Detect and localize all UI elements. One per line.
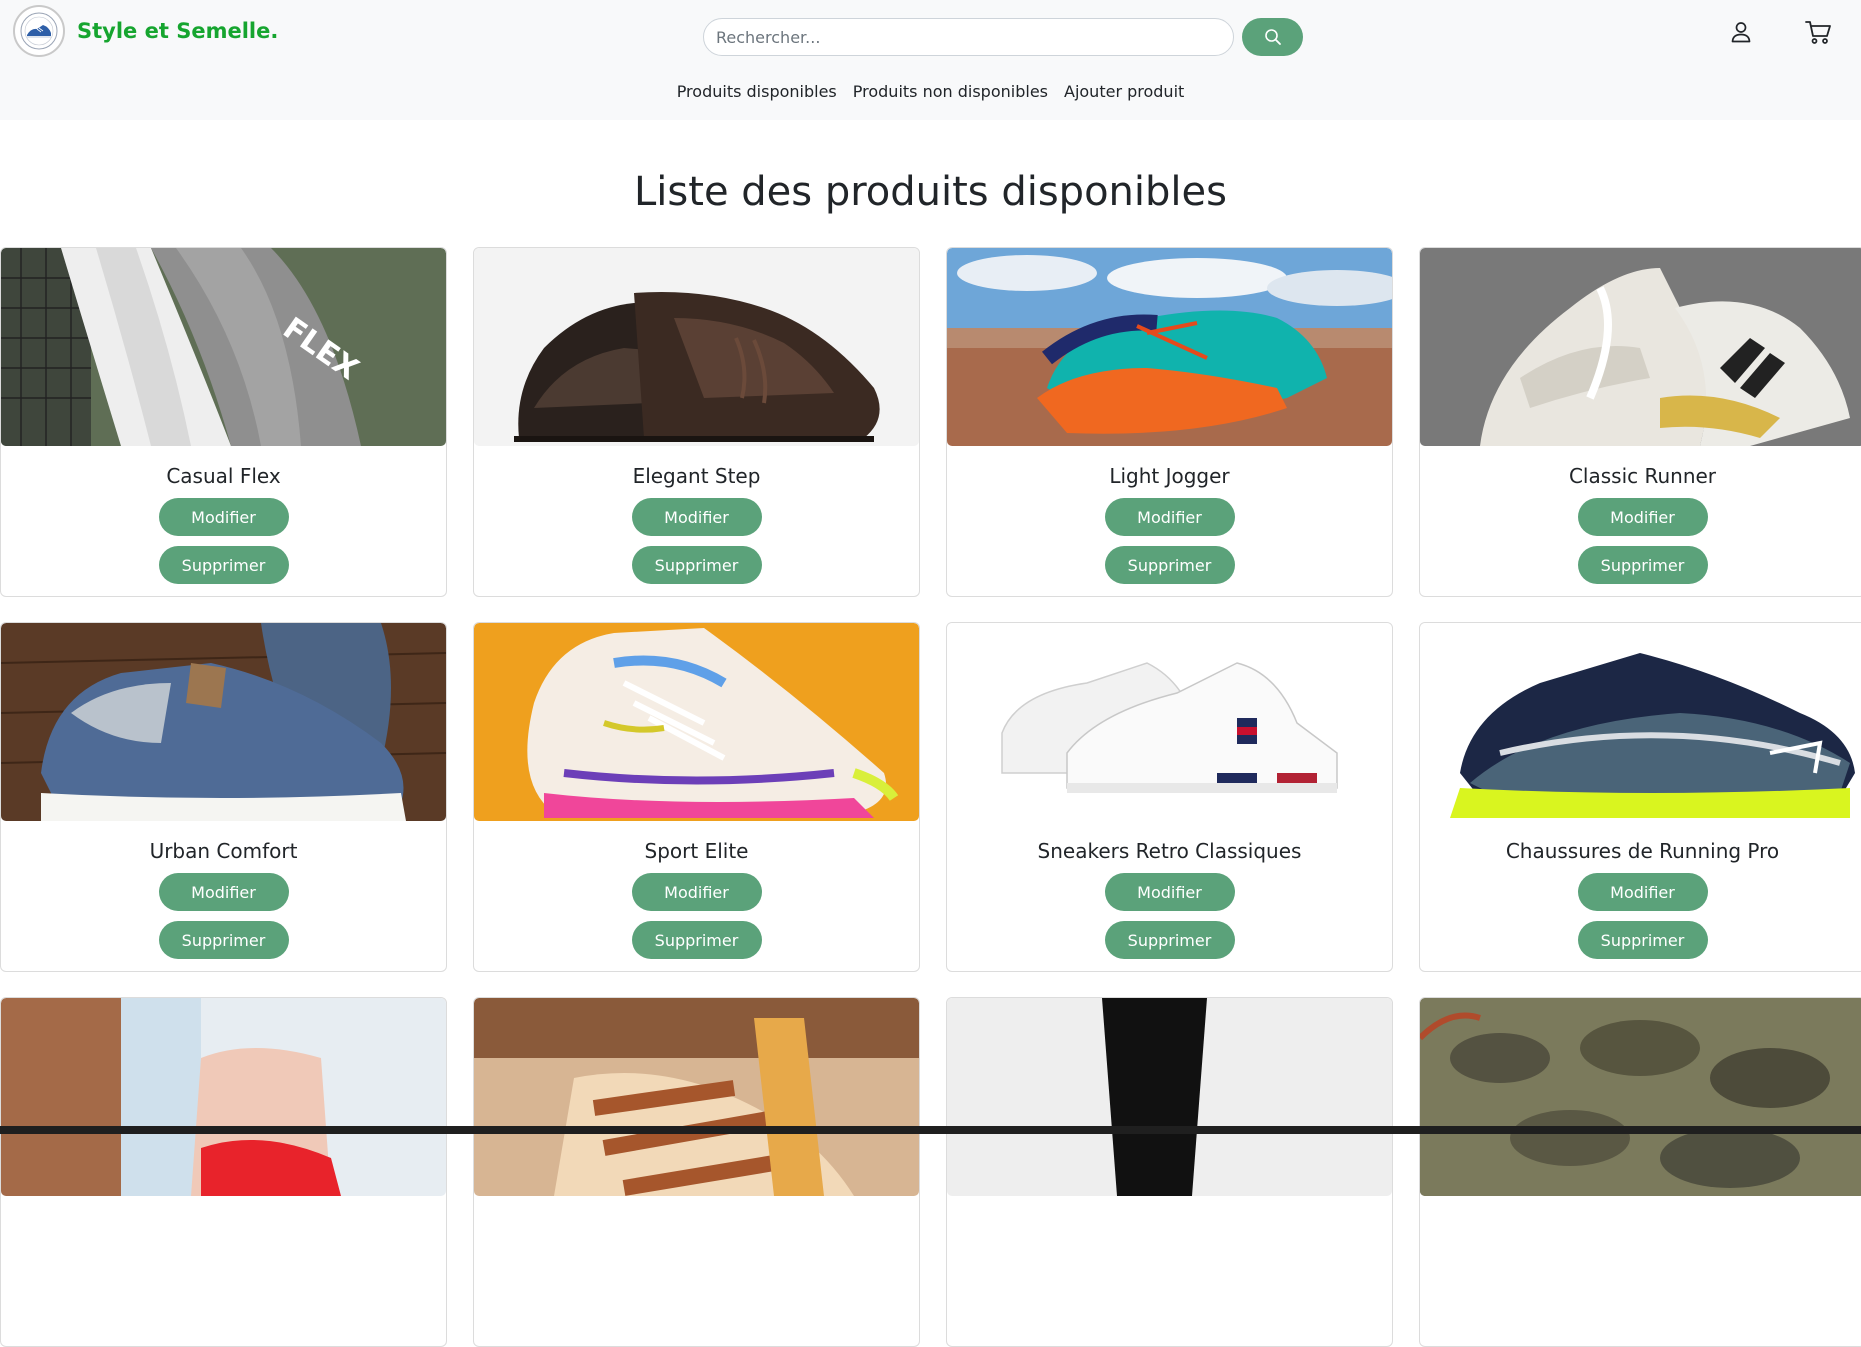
delete-button[interactable]: Supprimer — [158, 921, 289, 959]
brand-name: Style et Semelle. — [77, 19, 279, 43]
product-card: Elegant Step Modifier Supprimer — [473, 247, 920, 597]
page-title: Liste des produits disponibles — [634, 169, 1227, 215]
search-icon — [1264, 28, 1282, 46]
product-name: Light Jogger — [1109, 464, 1230, 488]
delete-button[interactable]: Supprimer — [631, 921, 762, 959]
product-card: Sneakers Retro Classiques Modifier Suppr… — [946, 622, 1393, 972]
product-name: Sneakers Retro Classiques — [1037, 839, 1302, 863]
delete-button[interactable]: Supprimer — [631, 546, 762, 584]
product-image: FLEX — [1, 248, 446, 446]
product-card: Light Jogger Modifier Supprimer — [946, 247, 1393, 597]
product-image — [1420, 998, 1861, 1196]
search-form — [703, 18, 1303, 56]
edit-button[interactable]: Modifier — [158, 498, 289, 536]
product-name: Urban Comfort — [149, 839, 298, 863]
edit-button[interactable]: Modifier — [1577, 498, 1708, 536]
site-header: Style et Semelle. Produits disponibles P… — [0, 0, 1861, 120]
edit-button[interactable]: Modifier — [631, 498, 762, 536]
delete-button[interactable]: Supprimer — [1104, 546, 1235, 584]
product-image — [947, 248, 1392, 446]
product-image — [1420, 248, 1861, 446]
product-card — [473, 997, 920, 1347]
delete-button[interactable]: Supprimer — [1104, 921, 1235, 959]
product-name: Casual Flex — [166, 464, 281, 488]
shoe-logo-icon — [13, 5, 65, 57]
nav-item-unavailable-products[interactable]: Produits non disponibles — [853, 80, 1048, 104]
delete-button[interactable]: Supprimer — [158, 546, 289, 584]
product-image — [1, 998, 446, 1196]
product-image — [1420, 623, 1861, 821]
edit-button[interactable]: Modifier — [158, 873, 289, 911]
product-grid: FLEX Casual Flex Modifier Supprimer Eleg… — [0, 247, 1861, 1347]
product-name: Sport Elite — [644, 839, 749, 863]
delete-button[interactable]: Supprimer — [1577, 546, 1708, 584]
product-image — [947, 998, 1392, 1196]
product-card: Chaussures de Running Pro Modifier Suppr… — [1419, 622, 1861, 972]
product-image — [474, 248, 919, 446]
edit-button[interactable]: Modifier — [1104, 498, 1235, 536]
edit-button[interactable]: Modifier — [631, 873, 762, 911]
product-card — [946, 997, 1393, 1347]
delete-button[interactable]: Supprimer — [1577, 921, 1708, 959]
edit-button[interactable]: Modifier — [1577, 873, 1708, 911]
product-card: Sport Elite Modifier Supprimer — [473, 622, 920, 972]
product-name: Classic Runner — [1568, 464, 1717, 488]
product-card: Urban Comfort Modifier Supprimer — [0, 622, 447, 972]
product-image — [474, 998, 919, 1196]
nav-item-add-product[interactable]: Ajouter produit — [1064, 80, 1184, 104]
product-card: FLEX Casual Flex Modifier Supprimer — [0, 247, 447, 597]
search-button[interactable] — [1242, 18, 1303, 56]
main-nav: Produits disponibles Produits non dispon… — [0, 80, 1861, 104]
brand-link[interactable]: Style et Semelle. — [13, 5, 278, 57]
product-image — [947, 623, 1392, 821]
edit-button[interactable]: Modifier — [1104, 873, 1235, 911]
cart-icon[interactable] — [1802, 16, 1834, 48]
product-image — [1, 623, 446, 821]
nav-item-available-products[interactable]: Produits disponibles — [677, 80, 837, 104]
user-icon[interactable] — [1725, 16, 1757, 48]
product-card — [0, 997, 447, 1347]
window-bottom-edge — [0, 1126, 1861, 1134]
product-name: Chaussures de Running Pro — [1505, 839, 1780, 863]
product-name: Elegant Step — [632, 464, 761, 488]
product-card: Classic Runner Modifier Supprimer — [1419, 247, 1861, 597]
search-input[interactable] — [703, 18, 1234, 56]
product-card — [1419, 997, 1861, 1347]
product-image — [474, 623, 919, 821]
